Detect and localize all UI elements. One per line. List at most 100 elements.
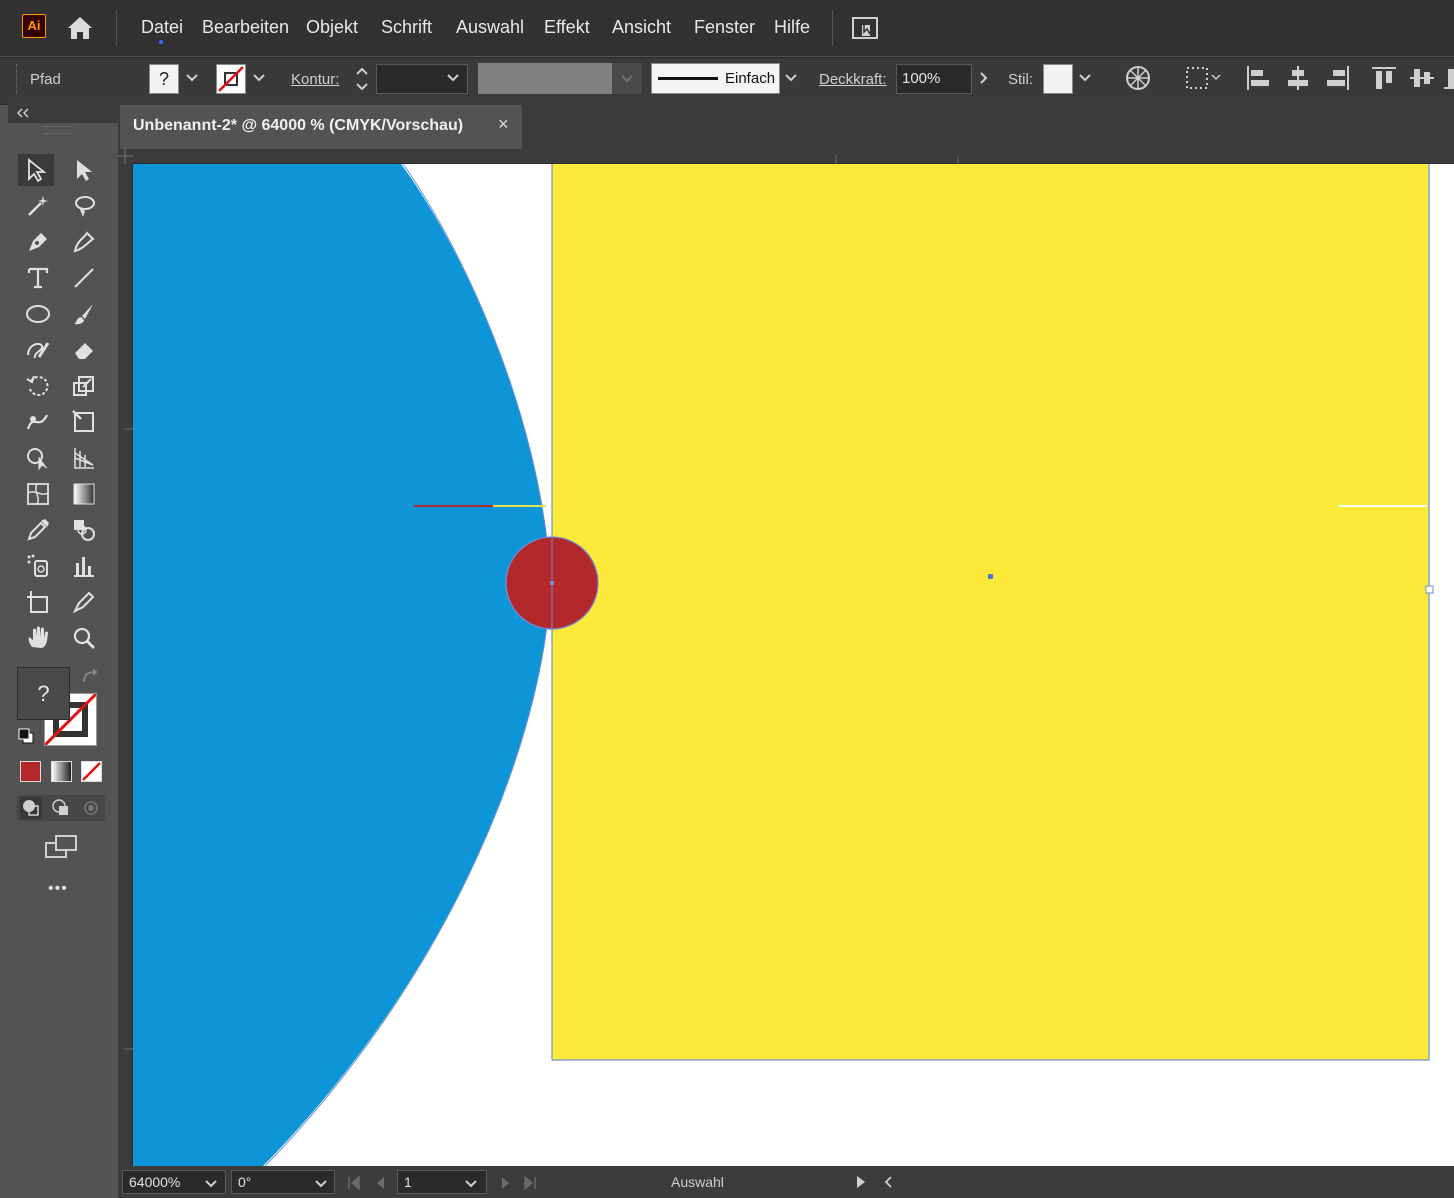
horizontal-scrollbar[interactable]: [900, 1170, 1454, 1194]
first-artboard-icon[interactable]: [345, 1174, 363, 1197]
control-bar-grip[interactable]: [16, 64, 20, 94]
align-left-icon[interactable]: [1244, 64, 1272, 92]
rotation-dropdown-icon[interactable]: [312, 1174, 330, 1197]
variable-width-dropdown[interactable]: [612, 63, 642, 94]
recolor-artwork-icon[interactable]: [1124, 64, 1152, 92]
draw-behind-icon[interactable]: [50, 797, 72, 819]
menu-bearbeiten[interactable]: Bearbeiten: [202, 17, 289, 38]
none-mode-button[interactable]: [81, 761, 102, 782]
selection-tool[interactable]: [18, 154, 54, 186]
document-tab-title[interactable]: Unbenannt-2* @ 64000 % (CMYK/Vorschau): [133, 117, 463, 135]
opacity-label[interactable]: Deckkraft:: [819, 71, 887, 88]
tools-panel-grip[interactable]: [44, 126, 74, 134]
align-bottom-icon[interactable]: [1442, 64, 1454, 92]
fill-swatch[interactable]: ?: [149, 64, 179, 94]
rectangle-center-point[interactable]: [988, 574, 993, 579]
app-logo[interactable]: Ai: [22, 14, 46, 38]
column-graph-tool[interactable]: [66, 550, 102, 582]
close-icon[interactable]: ×: [498, 114, 509, 135]
arrange-documents-icon[interactable]: [850, 14, 880, 42]
align-right-icon[interactable]: [1324, 64, 1352, 92]
line-segment-tool[interactable]: [66, 262, 102, 294]
pen-tool[interactable]: [20, 226, 56, 258]
color-mode-button[interactable]: [20, 761, 41, 782]
warp-tool[interactable]: [20, 406, 56, 438]
style-dropdown-icon[interactable]: [1078, 68, 1092, 93]
menu-fenster[interactable]: Fenster: [694, 17, 755, 38]
lasso-tool[interactable]: [66, 190, 102, 222]
default-fill-stroke-icon[interactable]: [17, 727, 35, 745]
symbol-sprayer-tool[interactable]: [20, 550, 56, 582]
eyedropper-tool[interactable]: [20, 514, 56, 546]
yellow-rectangle-shape[interactable]: [552, 164, 1429, 1060]
align-top-icon[interactable]: [1370, 64, 1398, 92]
opacity-arrow-icon[interactable]: [976, 68, 992, 93]
eraser-tool[interactable]: [66, 334, 102, 366]
menu-datei[interactable]: Datei: [141, 17, 183, 38]
draw-inside-icon[interactable]: [80, 797, 102, 819]
menu-objekt[interactable]: Objekt: [306, 17, 358, 38]
stroke-weight-stepper[interactable]: [352, 63, 372, 95]
menu-schrift[interactable]: Schrift: [381, 17, 432, 38]
mesh-tool[interactable]: [20, 478, 56, 510]
hand-tool[interactable]: [20, 622, 56, 654]
next-artboard-icon[interactable]: [497, 1174, 515, 1197]
align-vertical-center-icon[interactable]: [1408, 64, 1436, 92]
variable-width-profile[interactable]: [478, 63, 612, 94]
blue-ellipse-shape[interactable]: [133, 164, 551, 1166]
more-tools-icon[interactable]: •••: [48, 880, 68, 898]
draw-normal-icon[interactable]: [20, 797, 42, 819]
rotate-tool[interactable]: [20, 370, 56, 402]
last-artboard-icon[interactable]: [521, 1174, 539, 1197]
gradient-tool[interactable]: [66, 478, 102, 510]
paintbrush-tool[interactable]: [66, 298, 102, 330]
align-to-selection-icon[interactable]: [1184, 64, 1224, 92]
rectangle-side-handle[interactable]: [1425, 585, 1434, 594]
brush-definition-field[interactable]: Einfach: [651, 63, 780, 94]
curvature-tool[interactable]: [66, 226, 102, 258]
ruler-origin[interactable]: [118, 149, 133, 164]
circle-anchor-point[interactable]: [550, 581, 554, 585]
style-swatch[interactable]: [1043, 64, 1073, 94]
stroke-swatch[interactable]: [216, 64, 246, 94]
zoom-dropdown-icon[interactable]: [202, 1174, 220, 1197]
magic-wand-tool[interactable]: [20, 190, 56, 222]
previous-artboard-icon[interactable]: [371, 1174, 389, 1197]
status-menu-arrow-icon[interactable]: [852, 1173, 870, 1196]
free-transform-tool[interactable]: [66, 406, 102, 438]
stroke-weight-dropdown-icon[interactable]: [446, 68, 460, 93]
direct-selection-tool[interactable]: [66, 154, 102, 186]
artboard-dropdown-icon[interactable]: [462, 1174, 480, 1197]
stroke-dropdown-icon[interactable]: [252, 68, 266, 91]
fill-dropdown-icon[interactable]: [185, 68, 199, 91]
brush-dropdown-icon[interactable]: [784, 68, 798, 93]
menu-hilfe[interactable]: Hilfe: [774, 17, 810, 38]
ellipse-tool[interactable]: [20, 298, 56, 330]
home-icon[interactable]: [64, 12, 96, 44]
opacity-input[interactable]: 100%: [896, 64, 972, 94]
screen-mode-icon[interactable]: [44, 834, 80, 860]
tools-panel-header[interactable]: [8, 103, 118, 123]
artboard-tool[interactable]: [20, 586, 56, 618]
gradient-mode-button[interactable]: [51, 761, 72, 782]
artboard-canvas[interactable]: [133, 164, 1454, 1166]
shape-builder-tool[interactable]: [20, 442, 56, 474]
menu-separator: [116, 10, 117, 46]
zoom-tool[interactable]: [66, 622, 102, 654]
slice-tool[interactable]: [66, 586, 102, 618]
scale-tool[interactable]: [66, 370, 102, 402]
scroll-left-icon[interactable]: [880, 1173, 896, 1196]
fill-color-box[interactable]: ?: [17, 667, 70, 720]
vertical-ruler[interactable]: [118, 149, 133, 1166]
menu-effekt[interactable]: Effekt: [544, 17, 590, 38]
shaper-tool[interactable]: [20, 334, 56, 366]
menu-ansicht[interactable]: Ansicht: [612, 17, 671, 38]
blend-tool[interactable]: [66, 514, 102, 546]
stroke-label[interactable]: Kontur:: [291, 71, 339, 88]
perspective-grid-tool[interactable]: [66, 442, 102, 474]
swap-fill-stroke-icon[interactable]: [80, 666, 102, 688]
horizontal-ruler[interactable]: [118, 149, 1454, 164]
menu-auswahl[interactable]: Auswahl: [456, 17, 524, 38]
align-horizontal-center-icon[interactable]: [1284, 64, 1312, 92]
type-tool[interactable]: [20, 262, 56, 294]
